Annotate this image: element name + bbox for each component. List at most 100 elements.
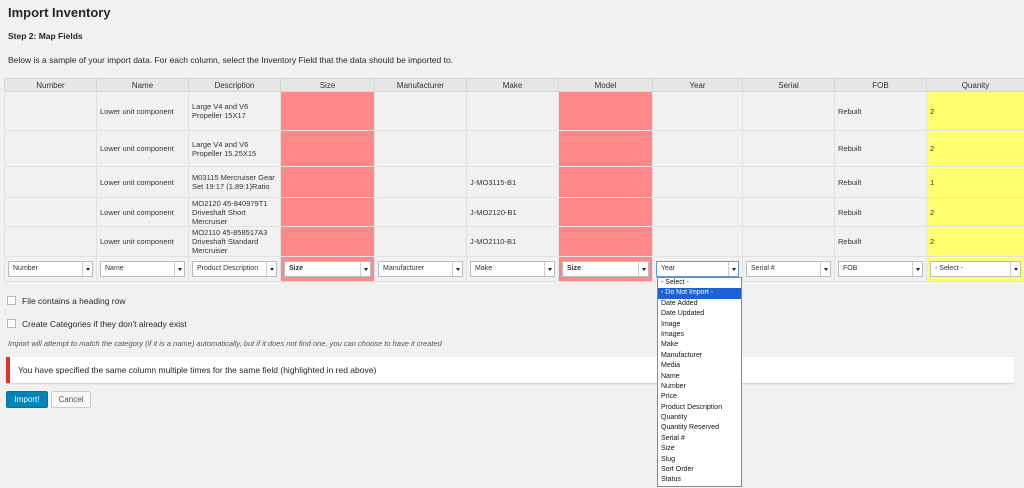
dropdown-option[interactable]: Sort Order <box>658 465 741 475</box>
cell <box>4 197 97 227</box>
chevron-down-icon <box>820 262 830 276</box>
cell: 2 <box>926 197 1024 227</box>
cell: Rebuilt <box>834 130 927 167</box>
field-select-value: Manufacturer <box>383 265 425 272</box>
error-message: You have specified the same column multi… <box>18 365 377 375</box>
cell <box>558 166 653 198</box>
heading-row-label: File contains a heading row <box>22 296 126 306</box>
cell <box>466 130 559 167</box>
table-row: Lower unit component Large V4 and V6 Pro… <box>4 130 1024 167</box>
dropdown-option[interactable]: Images <box>658 330 741 340</box>
cancel-button[interactable]: Cancel <box>51 391 91 408</box>
dropdown-option[interactable]: Date Updated <box>658 309 741 319</box>
field-select-row: Number Name Product Description Size Man… <box>4 256 1024 282</box>
cell <box>466 91 559 131</box>
dropdown-option[interactable]: Name <box>658 372 741 382</box>
cell <box>4 226 97 257</box>
cell <box>374 226 467 257</box>
cell <box>280 91 375 131</box>
cell: Rebuilt <box>834 197 927 227</box>
cell: MO2110 45-858517A3 Driveshaft Standard M… <box>188 226 281 257</box>
chevron-down-icon <box>360 262 370 276</box>
field-select-value: FOB <box>843 265 858 272</box>
dropdown-option[interactable]: Price <box>658 392 741 402</box>
cell: Large V4 and V6 Propeller 15.25X15 <box>188 130 281 167</box>
select-cell: Manufacturer <box>374 256 467 282</box>
field-select-value: Size <box>289 265 304 272</box>
create-categories-checkbox[interactable] <box>7 319 16 328</box>
cell: J-MO3115-B1 <box>466 166 559 198</box>
table-row: Lower unit component M03115 Mercruiser G… <box>4 166 1024 198</box>
dropdown-option[interactable]: - Select - <box>658 278 741 288</box>
chevron-down-icon <box>452 262 462 276</box>
field-select-model[interactable]: Size <box>562 261 649 277</box>
cell: M03115 Mercruiser Gear Set 19:17 (1.89:1… <box>188 166 281 198</box>
cell <box>4 91 97 131</box>
col-header-model: Model <box>558 78 653 92</box>
field-select-description[interactable]: Product Description <box>192 261 277 277</box>
cell: Rebuilt <box>834 166 927 198</box>
field-select-number[interactable]: Number <box>8 261 93 277</box>
dropdown-option[interactable]: Serial # <box>658 434 741 444</box>
field-select-value: Year <box>661 265 676 272</box>
cell <box>742 197 835 227</box>
field-select-value: - Select - <box>935 265 964 272</box>
select-cell: Number <box>4 256 97 282</box>
cell <box>374 91 467 131</box>
select-cell: Name <box>96 256 189 282</box>
cell: Lower unit component <box>96 197 189 227</box>
table-row: Lower unit component MO2120 45-840979T1 … <box>4 197 1024 227</box>
dropdown-option[interactable]: Date Added <box>658 299 741 309</box>
cell: 2 <box>926 226 1024 257</box>
dropdown-option[interactable]: Quantity Reserved <box>658 423 741 433</box>
cell: Rebuilt <box>834 226 927 257</box>
field-select-manufacturer[interactable]: Manufacturer <box>378 261 463 277</box>
col-header-year: Year <box>652 78 743 92</box>
cell <box>4 130 97 167</box>
table-row: Lower unit component MO2110 45-858517A3 … <box>4 226 1024 257</box>
cell: Lower unit component <box>96 226 189 257</box>
field-select-size[interactable]: Size <box>284 261 371 277</box>
dropdown-option[interactable]: Image <box>658 320 741 330</box>
col-header-fob: FOB <box>834 78 927 92</box>
cell: 2 <box>926 130 1024 167</box>
dropdown-option[interactable]: - Do Not Import - <box>658 288 741 299</box>
field-select-value: Product Description <box>197 265 259 272</box>
field-select-quanity[interactable]: - Select - <box>930 261 1021 277</box>
cell <box>374 130 467 167</box>
field-select-value: Name <box>105 265 124 272</box>
field-select-name[interactable]: Name <box>100 261 185 277</box>
field-select-year[interactable]: Year <box>656 261 739 277</box>
field-select-make[interactable]: Make <box>470 261 555 277</box>
cell <box>280 197 375 227</box>
select-cell: Product Description <box>188 256 281 282</box>
cell <box>652 130 743 167</box>
cell <box>652 91 743 131</box>
dropdown-option[interactable]: Quantity <box>658 413 741 423</box>
dropdown-option[interactable]: Number <box>658 382 741 392</box>
heading-row-checkbox[interactable] <box>7 296 16 305</box>
dropdown-option[interactable]: Media <box>658 361 741 371</box>
select-cell: Size <box>558 256 653 282</box>
cell <box>280 226 375 257</box>
field-select-serial[interactable]: Serial # <box>746 261 831 277</box>
field-select-fob[interactable]: FOB <box>838 261 923 277</box>
select-cell: Size <box>280 256 375 282</box>
dropdown-option[interactable]: Product Description <box>658 403 741 413</box>
create-categories-label: Create Categories if they don't already … <box>22 319 187 329</box>
dropdown-option[interactable]: Slug <box>658 455 741 465</box>
cell <box>652 166 743 198</box>
cell: J-MO2120-B1 <box>466 197 559 227</box>
dropdown-option[interactable]: Status <box>658 475 741 485</box>
dropdown-option[interactable]: Size <box>658 444 741 454</box>
dropdown-option[interactable]: Make <box>658 340 741 350</box>
import-button[interactable]: Import! <box>6 391 48 408</box>
field-select-value: Size <box>567 265 582 272</box>
intro-text: Below is a sample of your import data. F… <box>8 55 454 65</box>
field-select-value: Number <box>13 265 38 272</box>
col-header-size: Size <box>280 78 375 92</box>
dropdown-option[interactable]: Manufacturer <box>658 351 741 361</box>
cell: MO2120 45-840979T1 Driveshaft Short Merc… <box>188 197 281 227</box>
cell: Lower unit component <box>96 166 189 198</box>
field-select-value: Make <box>475 265 493 272</box>
